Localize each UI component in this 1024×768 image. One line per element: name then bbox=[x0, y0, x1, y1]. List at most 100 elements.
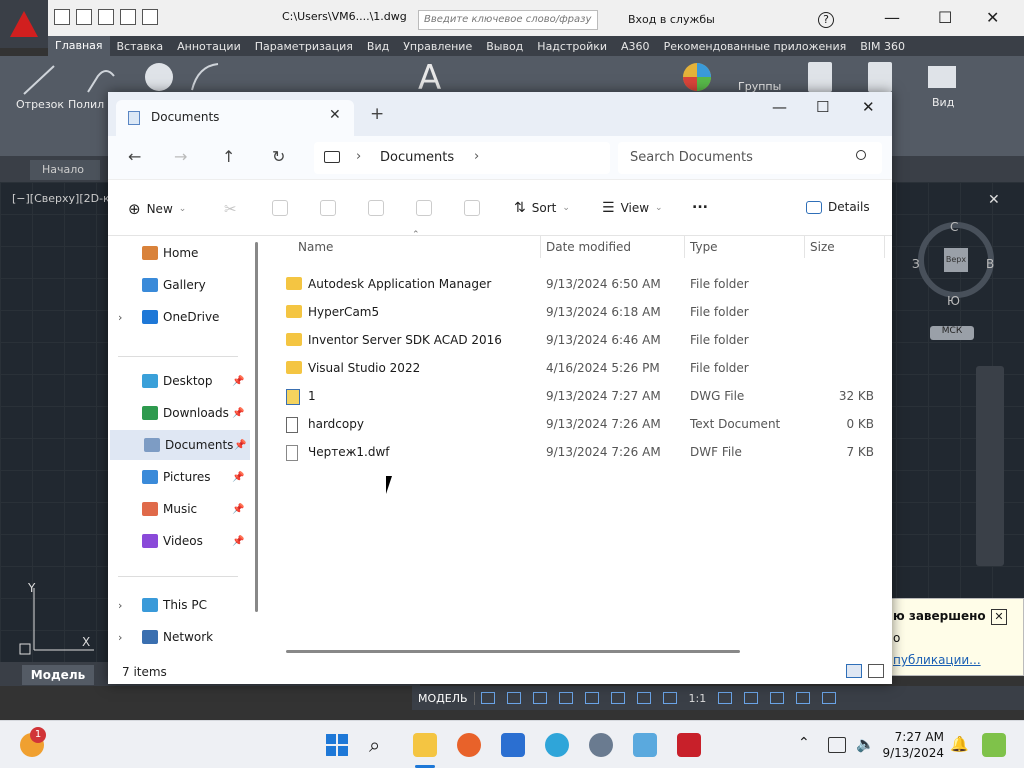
annotation-scale[interactable]: 1:1 bbox=[689, 692, 707, 705]
copilot-icon[interactable] bbox=[982, 733, 1006, 757]
view-label[interactable]: Вид bbox=[932, 96, 954, 109]
sidebar-item-music[interactable]: Music 📌 bbox=[108, 494, 248, 524]
network-status-icon[interactable] bbox=[828, 737, 846, 753]
file-row[interactable]: Autodesk Application Manager 9/13/2024 6:… bbox=[284, 270, 884, 298]
file-row[interactable]: Visual Studio 2022 4/16/2024 5:26 PM File … bbox=[284, 354, 884, 382]
viewcube-north[interactable]: С bbox=[950, 220, 958, 234]
firefox-icon[interactable] bbox=[457, 733, 481, 757]
system-clock[interactable]: 7:27 AM 9/13/2024 bbox=[880, 729, 944, 761]
ribbon-tab[interactable]: Рекомендованные приложения bbox=[657, 40, 854, 53]
sidebar-item-videos[interactable]: Videos 📌 bbox=[108, 526, 248, 556]
chevron-right-icon[interactable]: › bbox=[474, 149, 479, 164]
ribbon-tab[interactable]: Вставка bbox=[110, 40, 171, 53]
sidebar-scrollbar[interactable] bbox=[255, 242, 258, 612]
column-header-name[interactable]: Name bbox=[298, 240, 333, 254]
expand-chevron-icon[interactable]: › bbox=[118, 599, 122, 612]
breadcrumb[interactable]: Documents bbox=[380, 150, 454, 165]
isolate-icon[interactable] bbox=[744, 692, 759, 704]
column-header-size[interactable]: Size bbox=[810, 240, 835, 254]
copy-button[interactable] bbox=[272, 200, 288, 216]
notification-bell-icon[interactable]: 🔔 bbox=[950, 735, 969, 753]
hardware-accel-icon[interactable] bbox=[770, 692, 785, 704]
back-arrow-icon[interactable]: ← bbox=[128, 147, 141, 166]
file-row[interactable]: HyperCam5 9/13/2024 6:18 AM File folder bbox=[284, 298, 884, 326]
refresh-icon[interactable]: ↻ bbox=[272, 147, 285, 166]
search-icon[interactable]: ⌕ bbox=[369, 733, 393, 757]
autocad-minimize-button[interactable]: — bbox=[884, 8, 900, 27]
open-file-icon[interactable] bbox=[76, 9, 92, 25]
column-divider[interactable] bbox=[884, 236, 885, 258]
forward-arrow-icon[interactable]: → bbox=[174, 147, 187, 166]
settings-gear-icon[interactable] bbox=[589, 733, 613, 757]
clipboard-icon[interactable] bbox=[868, 62, 892, 92]
sidebar-item-this-pc[interactable]: › This PC bbox=[108, 590, 248, 620]
autocad-taskbar-icon[interactable] bbox=[677, 733, 701, 757]
fullscreen-icon[interactable] bbox=[796, 692, 811, 704]
osnap-icon[interactable] bbox=[584, 692, 599, 704]
column-divider[interactable] bbox=[804, 236, 805, 258]
viewcube-face[interactable]: Верх bbox=[944, 248, 968, 272]
autocad-logo-icon[interactable] bbox=[0, 0, 48, 48]
viewcube-south[interactable]: Ю bbox=[947, 294, 960, 308]
ribbon-tab[interactable]: Главная bbox=[48, 36, 110, 56]
column-header-date[interactable]: Date modified bbox=[546, 240, 631, 254]
sidebar-item-onedrive[interactable]: › OneDrive bbox=[108, 302, 248, 332]
column-divider[interactable] bbox=[684, 236, 685, 258]
expand-chevron-icon[interactable]: › bbox=[118, 311, 122, 324]
new-button[interactable]: ⊕ New ⌄ bbox=[128, 200, 186, 218]
ribbon-tab[interactable]: BIM 360 bbox=[853, 40, 912, 53]
viewport-label[interactable]: [−][Сверху][2D-ка bbox=[12, 192, 116, 205]
snap-icon[interactable] bbox=[506, 692, 521, 704]
print-icon[interactable] bbox=[142, 9, 158, 25]
wcs-button[interactable]: МСК bbox=[930, 326, 974, 340]
view-button[interactable]: ☰ View ⌄ bbox=[602, 200, 663, 216]
search-input[interactable]: Search Documents bbox=[618, 142, 882, 174]
circle-tool-icon[interactable] bbox=[142, 60, 176, 94]
ribbon-tab[interactable]: Параметризация bbox=[248, 40, 360, 53]
control-panel-icon[interactable] bbox=[633, 733, 657, 757]
volume-icon[interactable]: 🔈 bbox=[856, 735, 875, 753]
otrack-icon[interactable] bbox=[610, 692, 625, 704]
new-file-icon[interactable] bbox=[54, 9, 70, 25]
explorer-maximize-button[interactable]: ☐ bbox=[816, 98, 829, 116]
file-row[interactable]: Inventor Server SDK ACAD 2016 9/13/2024 6… bbox=[284, 326, 884, 354]
navigation-bar[interactable] bbox=[976, 366, 1004, 566]
annotation-icon[interactable] bbox=[662, 692, 677, 704]
calculator-icon[interactable] bbox=[808, 62, 832, 92]
ribbon-tab[interactable]: Вывод bbox=[479, 40, 530, 53]
viewcube-west[interactable]: З bbox=[912, 257, 920, 271]
ribbon-tab[interactable]: Управление bbox=[396, 40, 479, 53]
sidebar-item-documents[interactable]: Documents 📌 bbox=[110, 430, 250, 460]
viewport-close-icon[interactable]: ✕ bbox=[988, 192, 1000, 208]
line-tool-label[interactable]: Отрезок bbox=[16, 98, 64, 111]
column-divider[interactable] bbox=[540, 236, 541, 258]
horizontal-scrollbar[interactable] bbox=[286, 650, 740, 653]
polyline-tool-label[interactable]: Полил bbox=[68, 98, 104, 111]
model-space-button[interactable]: МОДЕЛЬ bbox=[412, 691, 475, 705]
autocad-maximize-button[interactable]: ☐ bbox=[938, 8, 952, 27]
sidebar-item-home[interactable]: Home bbox=[108, 238, 248, 268]
file-explorer-icon[interactable] bbox=[413, 733, 437, 757]
model-tab[interactable]: Модель bbox=[22, 665, 94, 685]
delete-button[interactable] bbox=[464, 200, 480, 216]
autocad-signin-button[interactable]: Вход в службы bbox=[628, 13, 715, 26]
chevron-up-icon[interactable]: ⌃ bbox=[798, 735, 810, 751]
column-header-type[interactable]: Type bbox=[690, 240, 718, 254]
arc-tool-icon[interactable] bbox=[188, 60, 222, 94]
tiles-view-icon[interactable] bbox=[868, 664, 884, 678]
tab-close-icon[interactable]: ✕ bbox=[329, 107, 341, 123]
start-tab[interactable]: Начало bbox=[30, 160, 100, 180]
sidebar-item-network[interactable]: › Network bbox=[108, 622, 248, 652]
up-arrow-icon[interactable]: ↑ bbox=[222, 147, 235, 166]
save-as-icon[interactable] bbox=[120, 9, 136, 25]
line-tool-icon[interactable] bbox=[20, 62, 60, 98]
workspace-gear-icon[interactable] bbox=[718, 692, 733, 704]
polar-icon[interactable] bbox=[558, 692, 573, 704]
windows-start-icon[interactable] bbox=[325, 733, 349, 757]
ribbon-tab[interactable]: Аннотации bbox=[170, 40, 248, 53]
more-options-button[interactable]: ... bbox=[692, 196, 708, 212]
save-icon[interactable] bbox=[98, 9, 114, 25]
ortho-icon[interactable] bbox=[532, 692, 547, 704]
address-bar[interactable]: › Documents › bbox=[314, 142, 610, 174]
share-button[interactable] bbox=[416, 200, 432, 216]
